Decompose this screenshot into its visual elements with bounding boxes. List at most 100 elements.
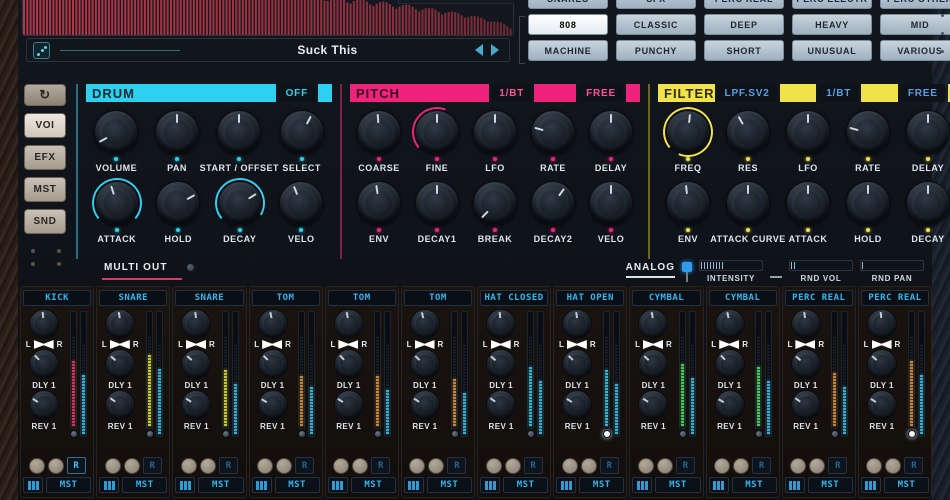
solo-button[interactable] bbox=[47, 457, 64, 474]
keyboard-icon[interactable] bbox=[860, 477, 881, 493]
channel-send1-knob[interactable] bbox=[562, 349, 593, 379]
knob-dial[interactable] bbox=[589, 110, 633, 154]
knob-rate[interactable]: RATE bbox=[524, 110, 582, 173]
mute-button[interactable] bbox=[561, 457, 578, 474]
channel-name[interactable]: TOM bbox=[403, 290, 473, 306]
record-button[interactable]: R bbox=[371, 457, 391, 474]
channel-send2-knob[interactable] bbox=[105, 390, 136, 420]
channel-send2-knob[interactable] bbox=[486, 390, 517, 420]
module-badge-lpf-sv2[interactable]: LPF.SV2 bbox=[717, 84, 777, 102]
mute-button[interactable] bbox=[180, 457, 197, 474]
fader-handle[interactable] bbox=[602, 430, 611, 438]
record-button[interactable]: R bbox=[828, 457, 848, 474]
pan-control[interactable]: LR bbox=[99, 340, 141, 349]
mute-button[interactable] bbox=[790, 457, 807, 474]
solo-button[interactable] bbox=[199, 457, 216, 474]
fader-handle[interactable] bbox=[755, 430, 764, 438]
channel-level-meter[interactable] bbox=[384, 311, 392, 454]
fader-handle[interactable] bbox=[222, 430, 231, 438]
knob-env[interactable]: ENV bbox=[658, 181, 718, 244]
master-output-button[interactable]: MST bbox=[579, 477, 625, 493]
tag-button[interactable]: DEEP bbox=[704, 14, 784, 35]
module-badge-free[interactable]: FREE bbox=[900, 84, 945, 102]
channel-fader[interactable] bbox=[450, 311, 459, 454]
channel-send1-knob[interactable] bbox=[790, 349, 821, 379]
pan-control[interactable]: LR bbox=[709, 340, 751, 349]
module-badge-1-bt[interactable]: 1/BT bbox=[492, 84, 532, 102]
knob-select[interactable]: SELECT bbox=[271, 110, 332, 173]
channel-name[interactable]: TOM bbox=[327, 290, 396, 306]
master-output-button[interactable]: MST bbox=[731, 477, 777, 493]
solo-button[interactable] bbox=[428, 457, 445, 474]
channel-name[interactable]: CYMBAL bbox=[708, 290, 777, 306]
record-button[interactable]: R bbox=[904, 457, 924, 474]
sidebar-item-snd[interactable]: SND bbox=[24, 209, 66, 234]
knob-dial[interactable] bbox=[786, 110, 830, 154]
channel-volume-knob[interactable] bbox=[181, 309, 212, 339]
keyboard-icon[interactable] bbox=[480, 477, 501, 493]
tag-button[interactable]: UNUSUAL bbox=[792, 40, 872, 61]
solo-button[interactable] bbox=[733, 457, 750, 474]
intensity-slider[interactable]: INTENSITY bbox=[699, 260, 763, 283]
keyboard-icon[interactable] bbox=[99, 477, 120, 493]
channel-fader[interactable] bbox=[222, 311, 231, 454]
knob-dial[interactable] bbox=[279, 110, 324, 154]
rnd-pan-slider[interactable]: RND PAN bbox=[860, 260, 924, 283]
channel-fader[interactable] bbox=[755, 311, 764, 454]
channel-volume-knob[interactable] bbox=[257, 309, 288, 339]
channel-volume-knob[interactable] bbox=[29, 309, 60, 339]
knob-dial[interactable] bbox=[846, 181, 890, 225]
channel-send1-knob[interactable] bbox=[333, 349, 364, 379]
knob-hold[interactable]: HOLD bbox=[148, 181, 210, 244]
channel-send2-knob[interactable] bbox=[714, 390, 745, 420]
channel-send1-knob[interactable] bbox=[29, 349, 60, 379]
keyboard-icon[interactable] bbox=[556, 477, 577, 493]
solo-button[interactable] bbox=[656, 457, 673, 474]
knob-coarse[interactable]: COARSE bbox=[350, 110, 408, 173]
record-button[interactable]: R bbox=[295, 457, 315, 474]
knob-dial[interactable] bbox=[531, 110, 575, 154]
knob-dial[interactable] bbox=[217, 110, 262, 154]
channel-fader[interactable] bbox=[374, 311, 383, 454]
channel-name[interactable]: SNARE bbox=[175, 290, 244, 306]
tag-button[interactable]: PERC OTHER bbox=[880, 0, 950, 9]
channel-name[interactable]: TOM bbox=[251, 290, 320, 306]
solo-button[interactable] bbox=[580, 457, 597, 474]
channel-volume-knob[interactable] bbox=[562, 309, 593, 339]
prev-preset-icon[interactable] bbox=[475, 44, 483, 56]
waveform-display[interactable] bbox=[22, 0, 514, 36]
solo-button[interactable] bbox=[352, 457, 369, 474]
master-output-button[interactable]: MST bbox=[274, 477, 320, 493]
knob-volume[interactable]: VOLUME bbox=[86, 110, 147, 173]
channel-fader[interactable] bbox=[145, 311, 154, 454]
knob-dial[interactable] bbox=[279, 181, 324, 225]
knob-dial[interactable] bbox=[589, 181, 633, 225]
channel-fader[interactable] bbox=[526, 311, 535, 454]
knob-dial[interactable] bbox=[666, 181, 710, 225]
channel-send1-knob[interactable] bbox=[409, 349, 440, 379]
knob-dial[interactable] bbox=[663, 107, 713, 157]
channel-name[interactable]: HAT OPEN bbox=[556, 290, 625, 306]
keyboard-icon[interactable] bbox=[251, 477, 272, 493]
knob-dial[interactable] bbox=[412, 107, 459, 154]
mute-button[interactable] bbox=[257, 457, 274, 474]
channel-send2-knob[interactable] bbox=[562, 390, 593, 420]
sidebar-item-efx[interactable]: EFX bbox=[24, 145, 66, 170]
channel-send1-knob[interactable] bbox=[638, 349, 669, 379]
master-output-button[interactable]: MST bbox=[198, 477, 244, 493]
module-badge-free[interactable]: FREE bbox=[579, 84, 623, 102]
fader-handle[interactable] bbox=[374, 430, 383, 438]
mute-button[interactable] bbox=[637, 457, 654, 474]
pan-control[interactable]: LR bbox=[175, 340, 217, 349]
knob-rate[interactable]: RATE bbox=[838, 110, 898, 173]
knob-hold[interactable]: HOLD bbox=[838, 181, 898, 244]
record-button[interactable]: R bbox=[599, 457, 619, 474]
preset-name[interactable]: Suck This bbox=[180, 43, 475, 57]
knob-decay2[interactable]: DECAY2 bbox=[524, 181, 582, 244]
channel-level-meter[interactable] bbox=[612, 311, 620, 454]
channel-send2-knob[interactable] bbox=[790, 390, 821, 420]
mute-button[interactable] bbox=[409, 457, 426, 474]
knob-dial[interactable] bbox=[473, 181, 517, 225]
mute-button[interactable] bbox=[485, 457, 502, 474]
solo-button[interactable] bbox=[504, 457, 521, 474]
